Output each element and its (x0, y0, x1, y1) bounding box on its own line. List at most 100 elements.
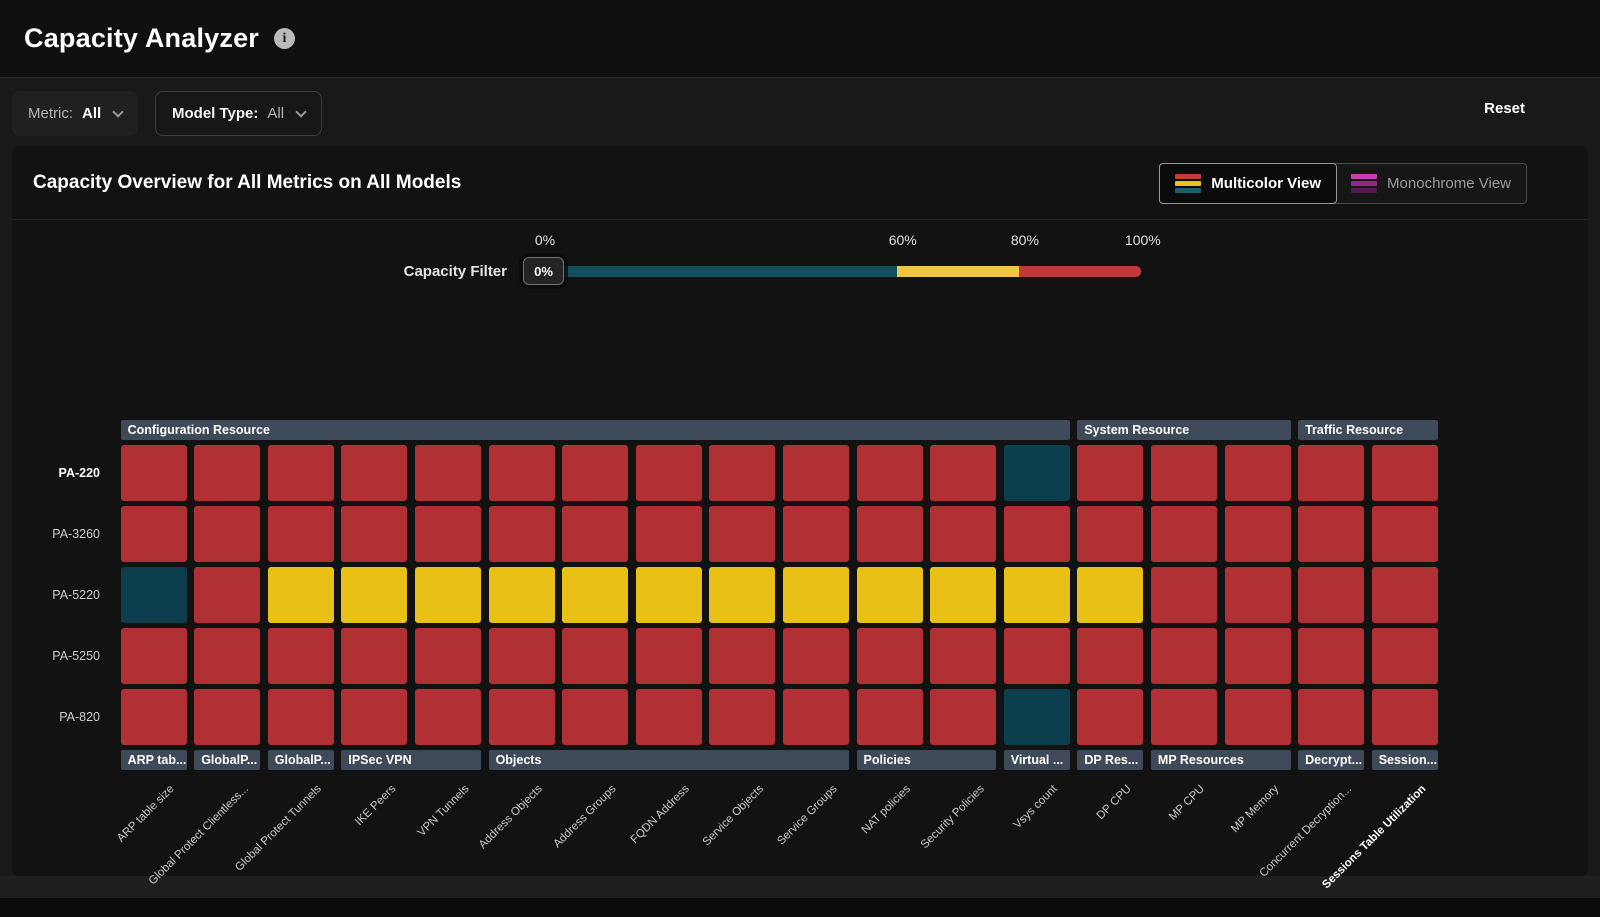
heatmap-cell[interactable] (194, 567, 260, 623)
heatmap-cell[interactable] (1372, 506, 1438, 562)
heatmap-cell[interactable] (930, 628, 996, 684)
capacity-filter-slider[interactable]: 0% 60% 80% 100% 0% (530, 266, 1141, 277)
heatmap-cell[interactable] (930, 689, 996, 745)
heatmap-cell[interactable] (489, 506, 555, 562)
heatmap-cell[interactable] (783, 506, 849, 562)
heatmap-cell[interactable] (783, 689, 849, 745)
heatmap-cell[interactable] (489, 445, 555, 501)
heatmap-cell[interactable] (1225, 506, 1291, 562)
model-type-filter-dropdown[interactable]: Model Type: All (155, 91, 322, 136)
heatmap-cell[interactable] (194, 445, 260, 501)
heatmap-cell[interactable] (1004, 689, 1070, 745)
monochrome-view-button[interactable]: Monochrome View (1336, 164, 1526, 203)
slider-handle[interactable]: 0% (523, 257, 564, 285)
heatmap-cell[interactable] (1077, 689, 1143, 745)
heatmap-cell[interactable] (268, 689, 334, 745)
heatmap-cell[interactable] (341, 445, 407, 501)
heatmap-cell[interactable] (1151, 506, 1217, 562)
multicolor-view-button[interactable]: Multicolor View (1159, 163, 1337, 204)
heatmap-cell[interactable] (1225, 628, 1291, 684)
heatmap-cell[interactable] (930, 506, 996, 562)
heatmap-cell[interactable] (1004, 628, 1070, 684)
heatmap-cell[interactable] (636, 506, 702, 562)
heatmap-cell[interactable] (709, 689, 775, 745)
heatmap-cell[interactable] (1225, 689, 1291, 745)
heatmap-cell[interactable] (489, 567, 555, 623)
heatmap-cell[interactable] (1225, 445, 1291, 501)
heatmap-cell[interactable] (1298, 567, 1364, 623)
heatmap-cell[interactable] (341, 567, 407, 623)
heatmap-cell[interactable] (709, 445, 775, 501)
heatmap-cell[interactable] (268, 445, 334, 501)
heatmap-cell[interactable] (1077, 567, 1143, 623)
heatmap-cell[interactable] (636, 567, 702, 623)
reset-button[interactable]: Reset (1484, 100, 1525, 117)
heatmap-cell[interactable] (489, 628, 555, 684)
heatmap-cell[interactable] (1372, 689, 1438, 745)
heatmap-cell[interactable] (415, 628, 481, 684)
column-label: Service Groups (775, 783, 840, 848)
heatmap-cell[interactable] (562, 445, 628, 501)
heatmap-cell[interactable] (783, 567, 849, 623)
heatmap-cell[interactable] (194, 628, 260, 684)
heatmap-cell[interactable] (1004, 567, 1070, 623)
heatmap-cell[interactable] (636, 628, 702, 684)
metric-filter-dropdown[interactable]: Metric: All (12, 91, 138, 136)
heatmap-cell[interactable] (415, 506, 481, 562)
info-icon[interactable]: i (274, 28, 295, 49)
heatmap-cell[interactable] (709, 567, 775, 623)
heatmap-cell[interactable] (562, 506, 628, 562)
heatmap-cell[interactable] (415, 445, 481, 501)
heatmap-cell[interactable] (1298, 445, 1364, 501)
heatmap-cell[interactable] (636, 445, 702, 501)
heatmap-cell[interactable] (562, 628, 628, 684)
heatmap-cell[interactable] (1151, 689, 1217, 745)
heatmap-cell[interactable] (1151, 445, 1217, 501)
heatmap-cell[interactable] (930, 445, 996, 501)
heatmap-cell[interactable] (709, 506, 775, 562)
heatmap-cell[interactable] (1151, 628, 1217, 684)
heatmap-cell[interactable] (268, 628, 334, 684)
heatmap-cell[interactable] (783, 445, 849, 501)
heatmap-cell[interactable] (1077, 506, 1143, 562)
heatmap-cell[interactable] (194, 506, 260, 562)
heatmap-cell[interactable] (1372, 567, 1438, 623)
heatmap-cell[interactable] (1004, 445, 1070, 501)
heatmap-cell[interactable] (121, 628, 187, 684)
heatmap-cell[interactable] (930, 567, 996, 623)
heatmap-cell[interactable] (341, 628, 407, 684)
heatmap-cell[interactable] (1372, 628, 1438, 684)
heatmap-cell[interactable] (1298, 628, 1364, 684)
heatmap-cell[interactable] (415, 689, 481, 745)
heatmap-cell[interactable] (489, 689, 555, 745)
heatmap-cell[interactable] (1151, 567, 1217, 623)
heatmap-cell[interactable] (857, 689, 923, 745)
heatmap-cell[interactable] (783, 628, 849, 684)
heatmap-cell[interactable] (636, 689, 702, 745)
heatmap-cell[interactable] (341, 689, 407, 745)
heatmap-cell[interactable] (341, 506, 407, 562)
heatmap-cell[interactable] (1077, 628, 1143, 684)
heatmap-cell[interactable] (121, 689, 187, 745)
heatmap-cell[interactable] (1372, 445, 1438, 501)
heatmap-cell[interactable] (1298, 689, 1364, 745)
heatmap-cell[interactable] (268, 506, 334, 562)
heatmap-cell[interactable] (857, 506, 923, 562)
heatmap-cell[interactable] (268, 567, 334, 623)
heatmap-cell[interactable] (562, 567, 628, 623)
heatmap-cell[interactable] (1004, 506, 1070, 562)
heatmap-cell[interactable] (857, 567, 923, 623)
heatmap-cell[interactable] (1077, 445, 1143, 501)
heatmap-cell[interactable] (857, 628, 923, 684)
heatmap-cell[interactable] (857, 445, 923, 501)
heatmap-cell[interactable] (562, 689, 628, 745)
heatmap-cell[interactable] (121, 506, 187, 562)
heatmap-cell[interactable] (709, 628, 775, 684)
heatmap-cell[interactable] (121, 445, 187, 501)
heatmap-cell[interactable] (194, 689, 260, 745)
heatmap-cell[interactable] (1225, 567, 1291, 623)
heatmap-cell[interactable] (121, 567, 187, 623)
heatmap-cell[interactable] (1298, 506, 1364, 562)
slider-track[interactable] (530, 266, 1141, 277)
heatmap-cell[interactable] (415, 567, 481, 623)
